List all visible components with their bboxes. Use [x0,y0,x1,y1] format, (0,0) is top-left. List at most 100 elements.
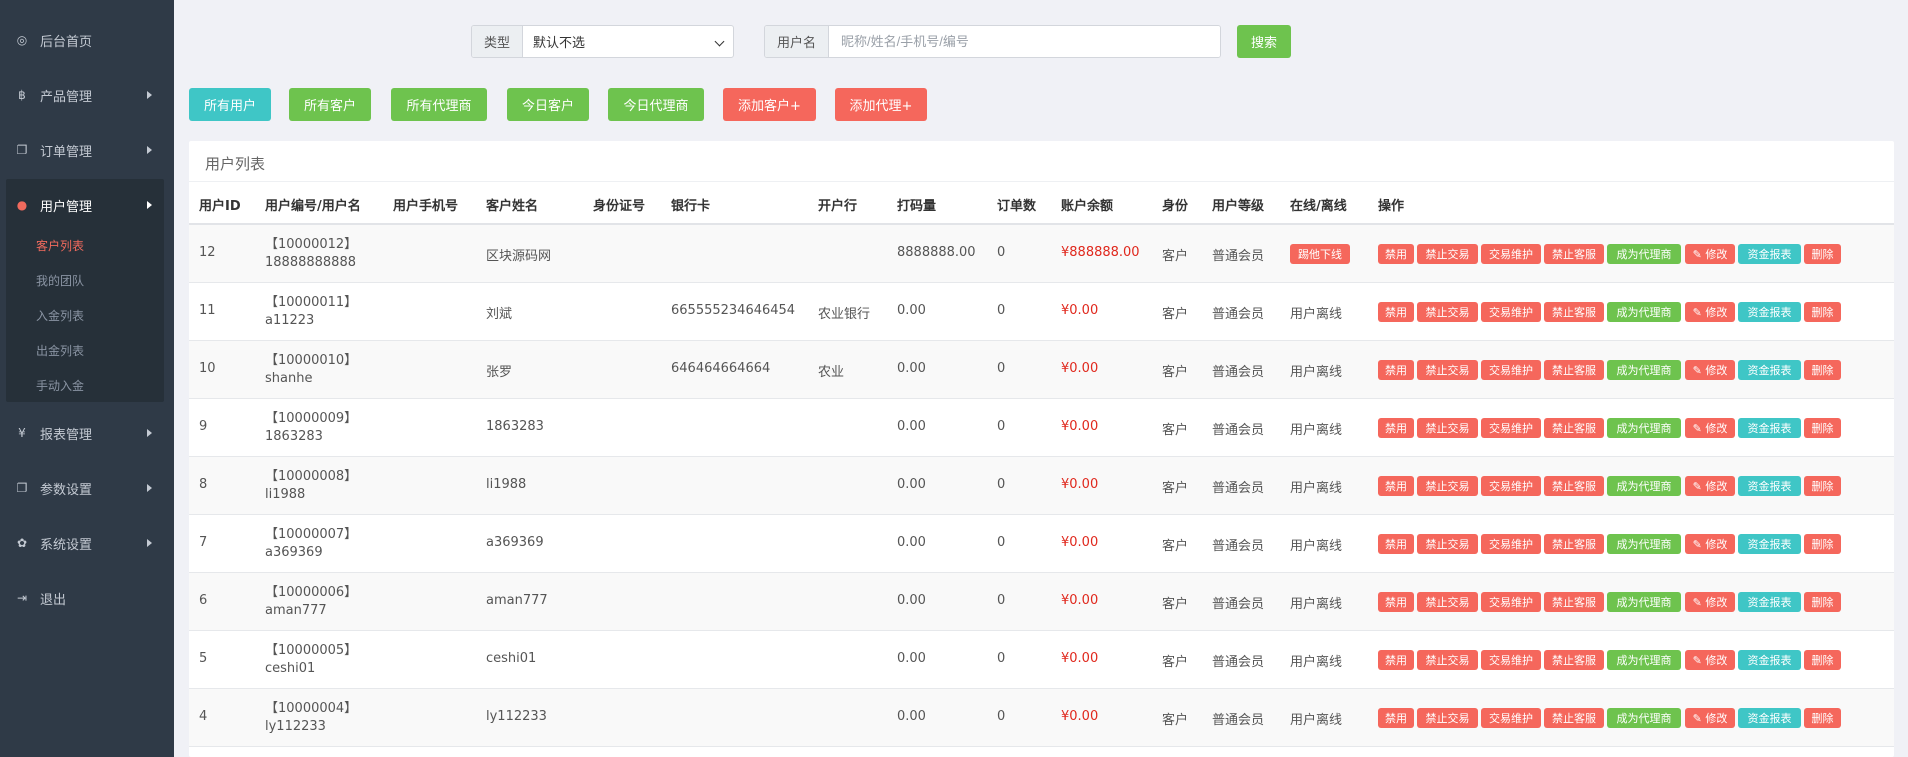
ban-trade-button[interactable]: 禁止交易 [1417,360,1478,380]
add-agent-button[interactable]: 添加代理+ [835,88,927,121]
ban-trade-button[interactable]: 禁止交易 [1417,534,1478,554]
edit-button[interactable]: ✎ 修改 [1685,592,1735,612]
ban-trade-button[interactable]: 禁止交易 [1417,708,1478,728]
edit-button[interactable]: ✎ 修改 [1685,534,1735,554]
fund-report-button[interactable]: 资金报表 [1738,302,1801,322]
ban-service-button[interactable]: 禁止客服 [1544,476,1604,496]
trade-maintain-button[interactable]: 交易维护 [1481,708,1541,728]
fund-report-button[interactable]: 资金报表 [1738,360,1801,380]
trade-maintain-button[interactable]: 交易维护 [1481,418,1541,438]
sub-item-my-team[interactable]: 我的团队 [36,272,84,289]
cell-user-code: 【10000009】 1863283 [265,410,357,446]
search-button[interactable]: 搜索 [1237,25,1291,58]
fund-report-button[interactable]: 资金报表 [1738,476,1801,496]
trade-maintain-button[interactable]: 交易维护 [1481,534,1541,554]
edit-button[interactable]: ✎ 修改 [1685,708,1735,728]
make-agent-button[interactable]: 成为代理商 [1607,418,1681,438]
make-agent-button[interactable]: 成为代理商 [1607,650,1681,670]
ban-service-button[interactable]: 禁止客服 [1544,534,1604,554]
ban-trade-button[interactable]: 禁止交易 [1417,650,1478,670]
delete-button[interactable]: 删除 [1804,302,1841,322]
delete-button[interactable]: 删除 [1804,534,1841,554]
make-agent-button[interactable]: 成为代理商 [1607,708,1681,728]
username-search-input[interactable] [829,26,1220,57]
nav-system-settings[interactable]: ✿ 系统设置 [0,523,174,563]
fund-report-button[interactable]: 资金报表 [1738,592,1801,612]
delete-button[interactable]: 删除 [1804,650,1841,670]
delete-button[interactable]: 删除 [1804,708,1841,728]
fund-report-button[interactable]: 资金报表 [1738,650,1801,670]
fund-report-button[interactable]: 资金报表 [1738,534,1801,554]
ban-service-button[interactable]: 禁止客服 [1544,592,1604,612]
delete-button[interactable]: 删除 [1804,418,1841,438]
edit-button[interactable]: ✎ 修改 [1685,650,1735,670]
ban-trade-button[interactable]: 禁止交易 [1417,302,1478,322]
ban-service-button[interactable]: 禁止客服 [1544,418,1604,438]
edit-button[interactable]: ✎ 修改 [1685,302,1735,322]
all-customers-button[interactable]: 所有客户 [289,88,371,121]
today-customers-button[interactable]: 今日客户 [507,88,589,121]
nav-product-management[interactable]: ฿ 产品管理 [0,75,174,115]
edit-button[interactable]: ✎ 修改 [1685,244,1735,264]
trade-maintain-button[interactable]: 交易维护 [1481,650,1541,670]
delete-button[interactable]: 删除 [1804,360,1841,380]
column-header: 用户等级 [1212,199,1265,214]
today-agents-button[interactable]: 今日代理商 [608,88,704,121]
sub-item-withdraw-list[interactable]: 出金列表 [36,342,84,359]
disable-button[interactable]: 禁用 [1378,592,1414,612]
kick-offline-button[interactable]: 踢他下线 [1290,244,1350,264]
delete-button[interactable]: 删除 [1804,244,1841,264]
edit-button[interactable]: ✎ 修改 [1685,476,1735,496]
ban-trade-button[interactable]: 禁止交易 [1417,592,1478,612]
ban-trade-button[interactable]: 禁止交易 [1417,418,1478,438]
delete-button[interactable]: 删除 [1804,592,1841,612]
ban-service-button[interactable]: 禁止客服 [1544,708,1604,728]
make-agent-button[interactable]: 成为代理商 [1607,244,1681,264]
edit-button[interactable]: ✎ 修改 [1685,360,1735,380]
fund-report-button[interactable]: 资金报表 [1738,708,1801,728]
make-agent-button[interactable]: 成为代理商 [1607,302,1681,322]
disable-button[interactable]: 禁用 [1378,650,1414,670]
nav-parameter-settings[interactable]: ❐ 参数设置 [0,468,174,508]
make-agent-button[interactable]: 成为代理商 [1607,476,1681,496]
nav-logout[interactable]: ⇥ 退出 [0,578,174,618]
ban-service-button[interactable]: 禁止客服 [1544,360,1604,380]
sub-item-customer-list[interactable]: 客户列表 [36,237,84,254]
ban-service-button[interactable]: 禁止客服 [1544,650,1604,670]
trade-maintain-button[interactable]: 交易维护 [1481,360,1541,380]
disable-button[interactable]: 禁用 [1378,708,1414,728]
trade-maintain-button[interactable]: 交易维护 [1481,302,1541,322]
all-users-button[interactable]: 所有用户 [189,88,271,121]
make-agent-button[interactable]: 成为代理商 [1607,534,1681,554]
ban-service-button[interactable]: 禁止客服 [1544,302,1604,322]
type-filter[interactable]: 类型 默认不选 [471,25,734,58]
fund-report-button[interactable]: 资金报表 [1738,244,1801,264]
edit-button[interactable]: ✎ 修改 [1685,418,1735,438]
ban-trade-button[interactable]: 禁止交易 [1417,476,1478,496]
disable-button[interactable]: 禁用 [1378,534,1414,554]
make-agent-button[interactable]: 成为代理商 [1607,360,1681,380]
trade-maintain-button[interactable]: 交易维护 [1481,244,1541,264]
trade-maintain-button[interactable]: 交易维护 [1481,592,1541,612]
all-agents-button[interactable]: 所有代理商 [391,88,487,121]
ban-trade-button[interactable]: 禁止交易 [1417,244,1478,264]
disable-button[interactable]: 禁用 [1378,302,1414,322]
nav-dashboard[interactable]: ◎ 后台首页 [0,20,174,60]
fund-report-button[interactable]: 资金报表 [1738,418,1801,438]
type-select[interactable]: 默认不选 [523,26,733,57]
sub-item-deposit-list[interactable]: 入金列表 [36,307,84,324]
nav-user-management[interactable]: ● 用户管理 [0,185,174,225]
delete-button[interactable]: 删除 [1804,476,1841,496]
add-customer-button[interactable]: 添加客户+ [723,88,816,121]
make-agent-button[interactable]: 成为代理商 [1607,592,1681,612]
sub-item-manual-deposit[interactable]: 手动入金 [36,377,84,394]
disable-button[interactable]: 禁用 [1378,418,1414,438]
ban-service-button[interactable]: 禁止客服 [1544,244,1604,264]
disable-button[interactable]: 禁用 [1378,244,1414,264]
disable-button[interactable]: 禁用 [1378,476,1414,496]
trade-maintain-button[interactable]: 交易维护 [1481,476,1541,496]
column-header: 开户行 [818,199,858,214]
disable-button[interactable]: 禁用 [1378,360,1414,380]
nav-order-management[interactable]: ❐ 订单管理 [0,130,174,170]
nav-report-management[interactable]: ¥ 报表管理 [0,413,174,453]
